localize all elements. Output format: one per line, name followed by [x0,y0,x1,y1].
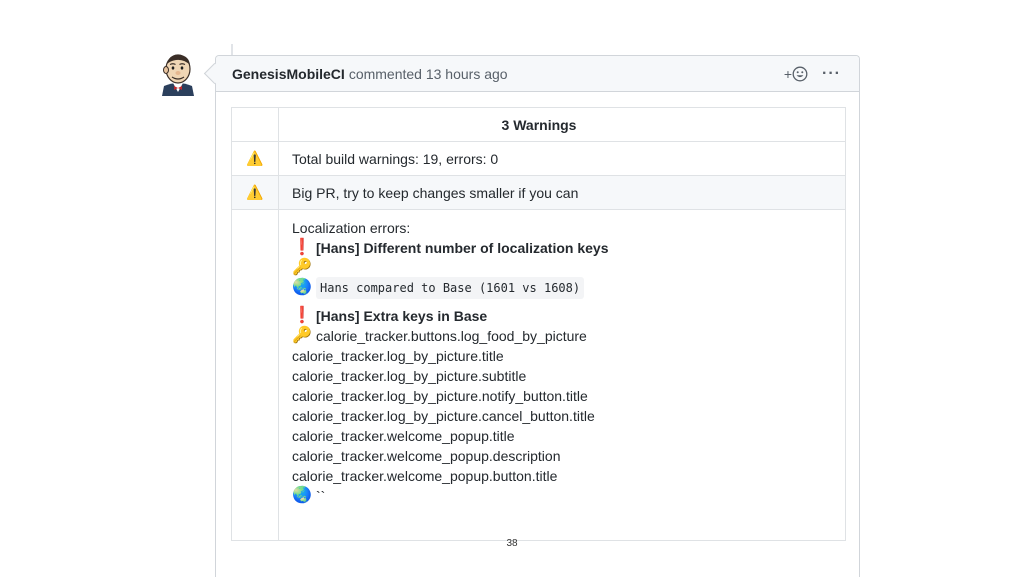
localization-title: Localization errors: [292,220,411,236]
more-options-button[interactable]: ··· [822,65,841,83]
header-icon-cell [232,108,279,141]
detail-icon-cell [232,210,279,540]
table-header-row: 3 Warnings [232,108,845,142]
globe-icon: 🌏 [292,279,312,296]
table-header: 3 Warnings [501,116,577,133]
localization-key: calorie_tracker.log_by_picture.subtitle [292,368,527,384]
comment-timestamp[interactable]: commented 13 hours ago [349,66,508,82]
error-heading: [Hans] Different number of localization … [316,240,609,256]
localization-details: Localization errors: ❗ [Hans] Different … [279,210,622,540]
globe-icon: 🌏 [292,487,312,504]
comment-box: GenesisMobileCI commented 13 hours ago +… [215,55,860,577]
localization-key: calorie_tracker.log_by_picture.title [292,348,504,364]
comment-header: GenesisMobileCI commented 13 hours ago +… [216,56,859,92]
localization-key: calorie_tracker.log_by_picture.cancel_bu… [292,408,595,424]
localization-key: calorie_tracker.welcome_popup.descriptio… [292,448,561,464]
warnings-table: 3 Warnings ⚠️ Total build warnings: 19, … [231,107,846,541]
add-reaction-button[interactable]: + [784,66,808,82]
table-row: ⚠️ Total build warnings: 19, errors: 0 [232,142,845,176]
inline-code: Hans compared to Base (1601 vs 1608) [316,277,585,299]
exclamation-icon: ❗ [292,239,312,256]
author-link[interactable]: GenesisMobileCI [232,66,345,82]
page-number: 38 [506,538,518,549]
localization-key: calorie_tracker.buttons.log_food_by_pict… [316,328,587,344]
key-icon: 🔑 [292,327,312,344]
localization-key: calorie_tracker.log_by_picture.notify_bu… [292,388,588,404]
localization-key: calorie_tracker.welcome_popup.title [292,428,515,444]
code-fence: `` [316,488,326,504]
smiley-icon [792,66,808,82]
comment-actions: + ··· [784,56,841,92]
plus-label: + [783,66,793,82]
localization-key: calorie_tracker.welcome_popup.button.tit… [292,468,558,484]
warning-text: Big PR, try to keep changes smaller if y… [292,184,579,201]
warning-text: Total build warnings: 19, errors: 0 [292,150,499,167]
author-avatar[interactable] [158,52,198,96]
error-heading: [Hans] Extra keys in Base [316,308,488,324]
warning-icon: ⚠️ [232,142,279,175]
table-row: ⚠️ Big PR, try to keep changes smaller i… [232,176,845,210]
table-row: Localization errors: ❗ [Hans] Different … [232,210,845,541]
key-icon: 🔑 [292,259,312,276]
warning-icon: ⚠️ [232,176,279,209]
exclamation-icon: ❗ [292,307,312,324]
